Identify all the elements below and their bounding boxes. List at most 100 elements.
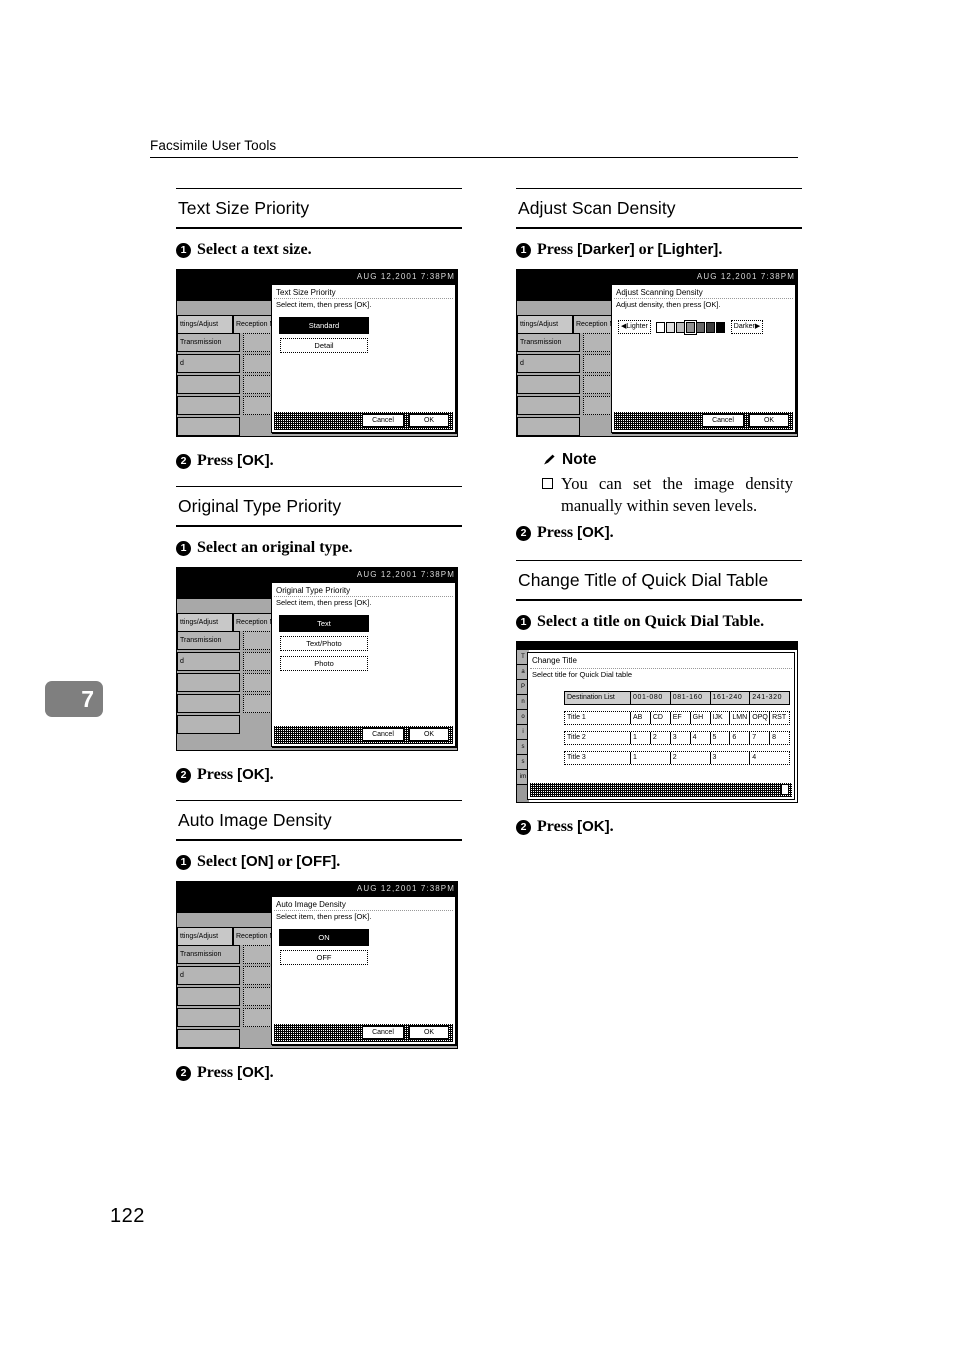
lcd-bg-cell[interactable] [177,1029,240,1049]
density-level-4-selected[interactable] [683,319,697,335]
step-text-suffix: . [609,818,614,836]
title2-cell[interactable]: 7 [750,732,771,745]
lcd-bg-tab-settings[interactable]: ttings/Adjust [517,315,573,334]
lcd-bg-tab-settings[interactable]: ttings/Adjust [177,315,233,334]
lcd-ok-button[interactable]: OK [409,728,449,742]
table-row-title-1[interactable]: Title 1 AB CD EF GH IJK LMN OPQ RST [564,711,790,726]
lcd-bg-cell[interactable]: Transmission [177,631,240,651]
lcd-footer-button[interactable] [781,784,789,796]
lcd-bg-cell[interactable]: d [177,966,240,986]
lcd-option-standard[interactable]: Standard [280,318,368,334]
title1-cell[interactable]: RST [770,712,789,724]
key-lighter: [Lighter] [657,241,719,258]
lcd-cancel-button[interactable]: Cancel [702,414,744,428]
section-heading: Original Type Priority [178,495,342,516]
lcd-bg-cell[interactable]: Transmission [517,333,580,353]
lcd-bg-cell[interactable]: Transmission [177,945,240,965]
title3-cell[interactable]: 2 [671,752,711,765]
range-001-080[interactable]: 001-080 [631,692,671,705]
key-on: [ON] [240,852,274,870]
lcd-cancel-button[interactable]: Cancel [362,414,404,428]
lcd-bg-cell[interactable] [517,375,580,395]
title2-cell[interactable]: 3 [671,732,691,745]
step-text-prefix: Press [537,241,578,258]
table-header-label: Destination List [565,692,631,705]
step-number-badge: 1 [176,243,191,258]
lcd-lighter-button[interactable]: ◀Lighter [618,320,651,335]
title1-cell[interactable]: OPQ [750,712,771,725]
range-081-160[interactable]: 081-160 [671,692,711,705]
density-level-6[interactable] [705,321,715,333]
title3-cell[interactable]: 4 [750,752,789,764]
range-161-240[interactable]: 161-240 [711,692,751,705]
key-ok: [OK] [577,818,610,836]
chapter-marker: 7 [45,681,103,717]
lcd-bg-cell[interactable]: Transmission [177,333,240,353]
lcd-option-text[interactable]: Text [280,616,368,632]
title2-cell[interactable]: 1 [631,732,651,745]
lcd-bg-cell[interactable] [517,396,580,416]
density-level-3[interactable] [675,321,685,333]
lcd-option-off[interactable]: OFF [280,950,368,966]
title1-cell[interactable]: GH [691,712,711,725]
density-level-1[interactable] [655,321,665,333]
lcd-bg-cell[interactable] [177,673,240,693]
lcd-bg-cell[interactable]: d [517,354,580,374]
title2-cell[interactable]: 8 [770,732,789,744]
title3-cell[interactable]: 3 [711,752,751,765]
lcd-ok-button[interactable]: OK [749,414,789,428]
lcd-cancel-button[interactable]: Cancel [362,1026,404,1040]
title1-cell[interactable]: CD [651,712,671,725]
lcd-bg-cell[interactable] [177,715,240,735]
step-1: 1 Select an original type. [176,538,462,558]
title1-cell[interactable]: AB [631,712,651,725]
lcd-bg-cell[interactable] [177,694,240,714]
density-level-7[interactable] [715,321,725,333]
page-number: 122 [110,1205,145,1227]
lcd-ok-button[interactable]: OK [409,1026,449,1040]
density-level-2[interactable] [665,321,675,333]
lcd-bg-cell[interactable] [177,396,240,416]
lcd-ok-button[interactable]: OK [409,414,449,428]
range-241-320[interactable]: 241-320 [750,692,789,704]
step-text: Select an original type. [197,538,353,556]
lcd-dialog-footer [530,783,792,798]
title3-cell[interactable]: 1 [631,752,671,765]
table-row-title-2[interactable]: Title 2 1 2 3 4 5 6 7 8 [564,731,790,746]
lcd-bg-cell[interactable] [177,987,240,1007]
lcd-cancel-button[interactable]: Cancel [362,728,404,742]
table-row-title-3[interactable]: Title 3 1 2 3 4 [564,751,790,766]
lcd-bg-cell[interactable] [177,417,240,437]
step-text-suffix: . [269,766,274,784]
lcd-bg-tab-settings[interactable]: ttings/Adjust [177,927,233,946]
section-heading: Adjust Scan Density [518,198,676,218]
title2-cell[interactable]: 4 [691,732,711,745]
lcd-option-on[interactable]: ON [280,930,368,946]
title2-cell[interactable]: 5 [711,732,731,745]
lcd-bg-cell[interactable] [177,1008,240,1028]
document-page: Facsimile User Tools 7 122 Text Size Pri… [0,0,954,1351]
lcd-dialog-divider [530,668,792,670]
section-adjust-scan-density: Adjust Scan Density 1 Press [Darker] or … [516,188,802,544]
lcd-bg-cell[interactable] [177,375,240,395]
title1-cell[interactable]: LMN [730,712,751,725]
lcd-bg-tab-settings[interactable]: ttings/Adjust [177,613,233,632]
lcd-bg-cell[interactable] [517,417,580,437]
lcd-screenshot-auto-image-density: AUG 12,2001 7:38PM ttings/Adjust Recepti… [176,881,458,1050]
density-level-5[interactable] [695,321,705,333]
title1-cell[interactable]: EF [671,712,691,725]
title2-cell[interactable]: 6 [730,732,751,745]
lcd-dialog: Auto Image Density Select item, then pre… [271,896,456,1046]
title2-cell[interactable]: 2 [651,732,671,745]
lcd-option-text-photo[interactable]: Text/Photo [280,636,368,652]
lcd-darker-button[interactable]: Darker▶ [730,320,764,335]
lcd-option-detail[interactable]: Detail [280,338,368,354]
key-ok: [OK] [237,452,270,470]
lcd-option-photo[interactable]: Photo [280,656,368,672]
lcd-darker-label: Darker [733,323,755,331]
lcd-bg-cell[interactable]: d [177,652,240,672]
step-1: 1 Select a text size. [176,240,462,260]
title1-cell[interactable]: IJK [711,712,731,725]
lcd-bg-cell[interactable]: d [177,354,240,374]
lcd-dialog-title: Adjust Scanning Density [616,288,703,298]
